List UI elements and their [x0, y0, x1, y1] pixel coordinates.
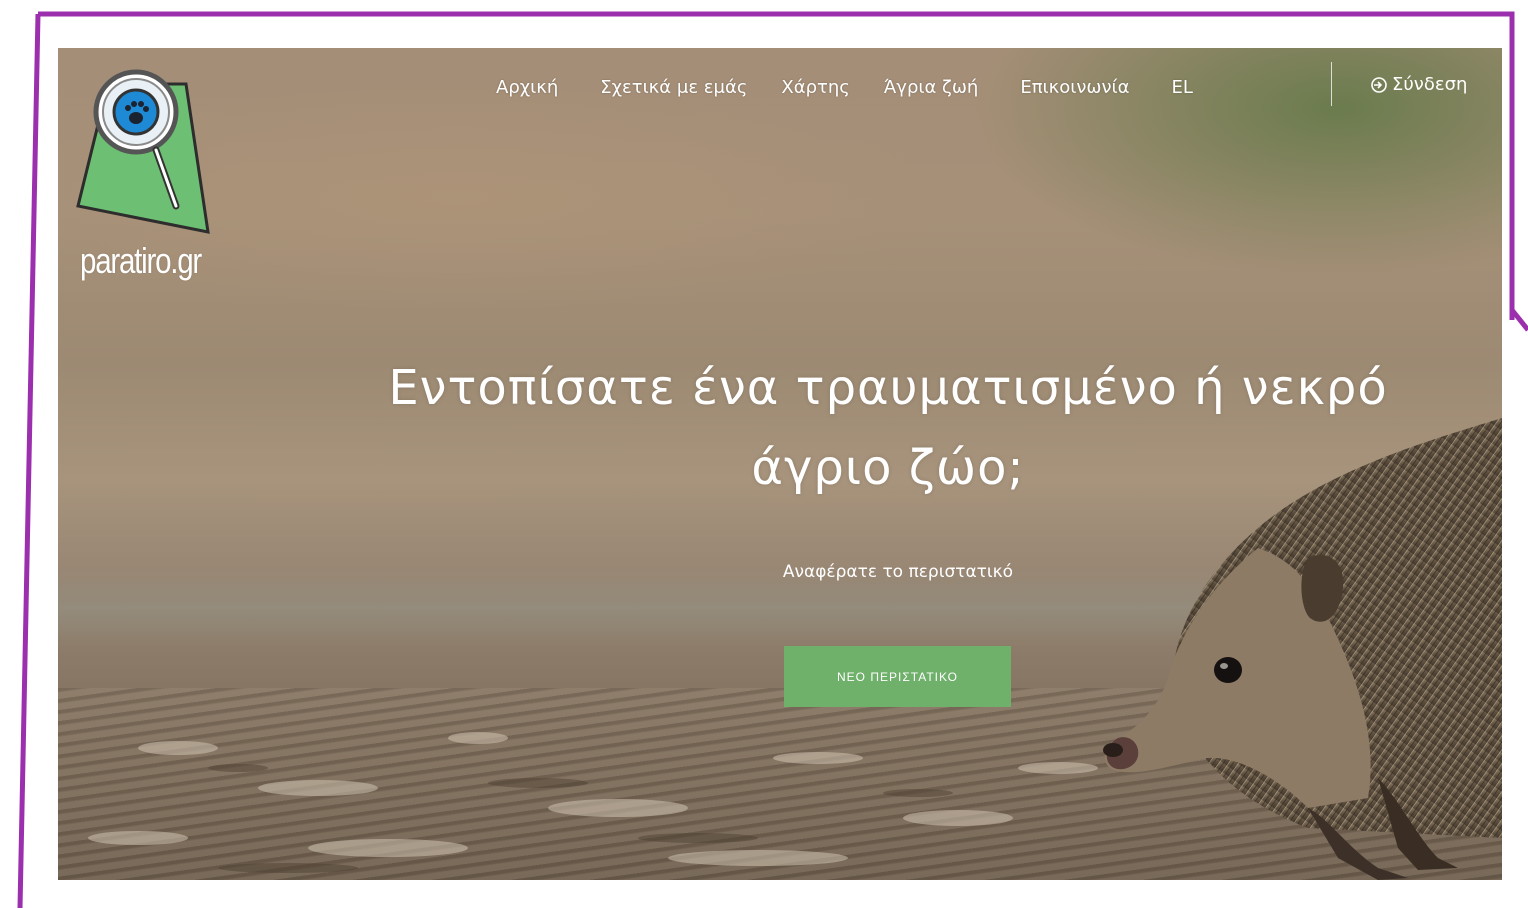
nav-item-wildlife[interactable]: Άγρια ζωή — [884, 77, 979, 98]
sign-in-icon — [1371, 76, 1387, 93]
nav-item-home[interactable]: Αρχική — [496, 77, 558, 98]
nav-item-about[interactable]: Σχετικά με εμάς — [600, 77, 747, 98]
hero-title-line-2: άγριο ζώο; — [751, 440, 1025, 496]
hero-title: Εντοπίσατε ένα τραυματισμένο ή νεκρό άγρ… — [328, 348, 1448, 508]
screenshot-frame: paratiro.gr Αρχική Σχετικά με εμάς Χάρτη… — [0, 0, 1528, 908]
logo-wordmark: paratiro.gr — [80, 240, 202, 281]
site-logo[interactable]: paratiro.gr — [68, 56, 228, 288]
hero-subtitle: Αναφέρατε το περιστατικό — [782, 562, 1014, 582]
nav-item-map[interactable]: Χάρτης — [781, 77, 849, 98]
hero-title-line-1: Εντοπίσατε ένα τραυματισμένο ή νεκρό — [388, 360, 1388, 416]
login-link[interactable]: Σύνδεση — [1370, 74, 1467, 95]
login-label: Σύνδεση — [1392, 74, 1468, 95]
magnifier-paw-map-icon — [76, 69, 210, 234]
main-navigation: Αρχική Σχετικά με εμάς Χάρτης Άγρια ζωή … — [496, 74, 1193, 100]
language-selector[interactable]: EL — [1171, 77, 1192, 98]
new-incident-button[interactable]: ΝΕΟ ΠΕΡΙΣΤΑΤΙΚΟ — [784, 646, 1011, 707]
nav-item-contact[interactable]: Επικοινωνία — [1020, 77, 1129, 98]
nav-divider — [1331, 62, 1332, 106]
website-hero: paratiro.gr Αρχική Σχετικά με εμάς Χάρτη… — [58, 48, 1502, 880]
